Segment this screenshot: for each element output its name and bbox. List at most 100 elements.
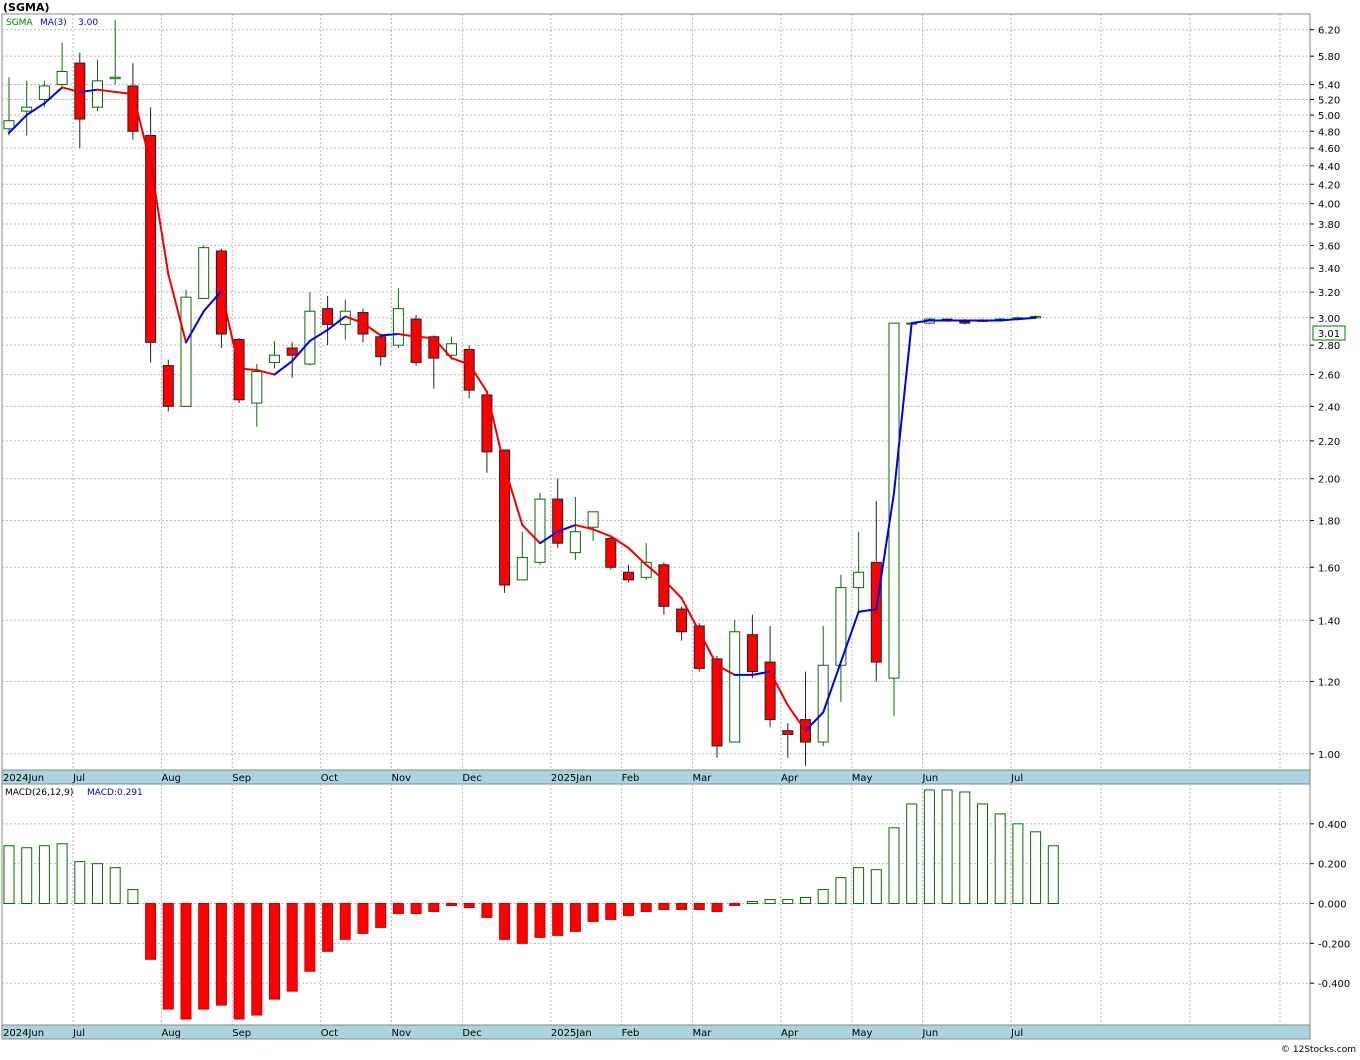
price-ytick-label: 4.60: [1318, 144, 1340, 155]
candle: [729, 620, 741, 743]
macd-bar-negative: [180, 903, 192, 1020]
price-ytick-label: 5.80: [1318, 52, 1340, 63]
candle: [499, 449, 511, 593]
candle-body-up: [251, 371, 263, 404]
candle-body-down: [711, 658, 723, 747]
price-panel: 1.00 1.20 1.40 1.60 1.80 2.00 2.20 2.40 2.60 2.80…: [1, 13, 1340, 771]
macd-bar-negative: [481, 903, 493, 918]
footer-credit: © 12Stocks.com: [1281, 1045, 1356, 1055]
macd-bar-negative: [693, 903, 705, 910]
macd-bar-negative: [623, 903, 634, 916]
macd-bar-positive: [21, 847, 33, 905]
x-month-label: May: [852, 773, 873, 784]
macd-bar-negative: [729, 903, 741, 906]
macd-value-label: MACD:0.291: [87, 788, 143, 798]
price-ytick-label: 1.20: [1318, 677, 1340, 688]
legend-ma-name: MA(3): [40, 18, 67, 28]
candle: [463, 345, 475, 399]
candle-body-up: [534, 498, 546, 563]
candle-body-down: [959, 321, 971, 324]
x-month-label: Jul: [72, 773, 85, 784]
macd-bar-negative: [215, 903, 227, 1006]
macd-bar-positive: [764, 899, 776, 905]
candle: [215, 248, 227, 349]
x-month-label: 2024Jun: [3, 773, 44, 784]
candle-body-up: [92, 80, 103, 108]
ma3-segment: [999, 318, 1019, 322]
macd-bar-negative: [233, 903, 245, 1020]
macd-bar-negative: [463, 903, 475, 908]
macd-bar-positive: [870, 869, 882, 905]
candle: [198, 245, 210, 299]
macd-bar-negative: [269, 903, 280, 1000]
price-ytick-label: 1.60: [1318, 563, 1340, 574]
x-month-label: 2024Jun: [3, 1028, 44, 1039]
candle-body-up: [269, 354, 280, 364]
price-ytick-label: 1.40: [1318, 616, 1340, 627]
candle-body-down: [410, 318, 422, 364]
macd-bar-negative: [410, 903, 422, 914]
macd-bar-negative: [428, 903, 440, 912]
macd-bar-negative: [375, 903, 387, 928]
macd-bar-negative: [658, 903, 670, 910]
candle-body-up: [38, 85, 50, 100]
macd-bar-negative: [322, 903, 334, 952]
candle: [534, 492, 546, 565]
x-month-label: Sep: [232, 773, 251, 784]
macd-bar-negative: [304, 903, 316, 972]
macd-bar-positive: [127, 889, 139, 905]
price-x-axis-strip: [1, 769, 1311, 785]
candle-body-up: [587, 511, 599, 528]
candle-body-down: [552, 498, 564, 544]
macd-bar-negative: [534, 903, 546, 938]
macd-bar-negative: [605, 903, 617, 920]
candle: [410, 315, 422, 366]
macd-bar-positive: [56, 843, 68, 905]
price-ytick-label: 4.00: [1318, 200, 1340, 211]
macd-bar-negative: [640, 903, 652, 912]
candle-body-up: [3, 120, 15, 130]
x-month-label: Jul: [72, 1028, 85, 1039]
macd-bar-negative: [286, 903, 298, 992]
x-month-label: Oct: [321, 773, 338, 784]
macd-bar-positive: [92, 863, 103, 905]
candle-body-down: [428, 336, 440, 359]
price-ytick-label: 5.20: [1318, 95, 1340, 106]
macd-bar-negative: [357, 903, 369, 934]
macd-bar-positive: [923, 789, 935, 905]
candle: [711, 655, 723, 758]
price-ytick-label: 3.60: [1318, 241, 1340, 252]
macd-bar-positive: [38, 845, 50, 905]
x-month-label: Aug: [161, 1028, 181, 1039]
price-ytick-label: 5.00: [1318, 111, 1340, 122]
price-ytick-label: 2.60: [1318, 371, 1340, 382]
macd-bar-positive: [74, 861, 86, 905]
macd-bar-positive: [1030, 831, 1042, 905]
candle-body-down: [162, 365, 174, 407]
x-month-label: Dec: [462, 773, 481, 784]
macd-bar-positive: [977, 803, 988, 905]
candle-body-down: [658, 564, 670, 607]
candle-body-down: [375, 336, 387, 358]
x-month-label: Nov: [392, 1028, 412, 1039]
price-ytick-label: 3.20: [1318, 288, 1340, 299]
ma3-segment: [379, 332, 400, 337]
price-ytick-label: 2.40: [1318, 402, 1340, 413]
price-ytick-label: 3.40: [1318, 264, 1340, 275]
macd-title: MACD(26,12,9): [5, 788, 73, 798]
macd-bar-positive: [941, 789, 953, 905]
candle-body-up: [853, 571, 865, 589]
x-month-label: Apr: [781, 773, 799, 784]
macd-bar-positive: [853, 867, 865, 905]
macd-bar-negative: [587, 903, 599, 922]
price-ytick-label: 2.80: [1318, 341, 1340, 352]
macd-ytick-label: 0.200: [1318, 860, 1347, 871]
macd-ytick-label: 0.000: [1318, 900, 1347, 911]
chart-title: (SGMA): [3, 1, 49, 14]
price-ytick-label: 4.80: [1318, 127, 1340, 138]
candle-body-down: [322, 308, 334, 325]
macd-bar-negative: [499, 903, 511, 940]
candle-body-down: [782, 730, 794, 735]
macd-x-axis-strip: [1, 1024, 1311, 1040]
macd-bar-negative: [339, 903, 351, 940]
